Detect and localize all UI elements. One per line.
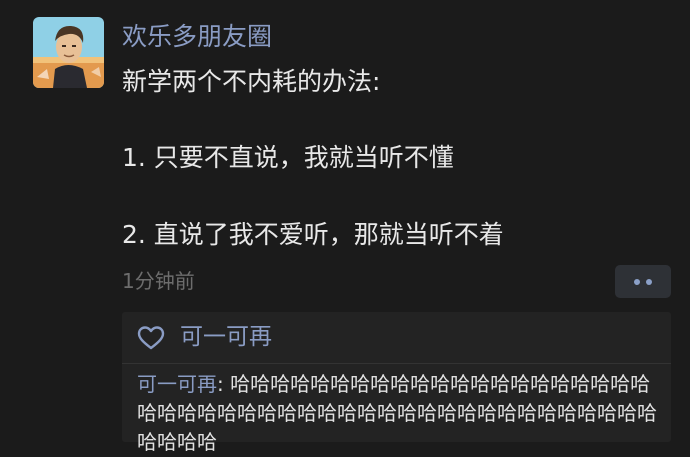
post-content-line: 新学两个不内耗的办法:	[122, 67, 381, 96]
more-actions-button[interactable]	[615, 265, 671, 298]
likes-row: 可一可再	[122, 312, 671, 363]
post-content-line: 1. 只要不直说，我就当听不懂	[122, 143, 454, 172]
divider	[122, 363, 671, 364]
like-user-name[interactable]: 可一可再	[180, 320, 272, 354]
post-content-line: 2. 直说了我不爱听，那就当听不着	[122, 220, 504, 249]
avatar[interactable]	[33, 17, 104, 88]
post-timestamp: 1分钟前	[122, 269, 195, 293]
interaction-panel: 可一可再 可一可再: 哈哈哈哈哈哈哈哈哈哈哈哈哈哈哈哈哈哈哈哈哈哈哈哈哈哈哈哈哈…	[122, 312, 671, 454]
heart-outline-icon	[137, 326, 165, 350]
avatar-illustration-icon	[33, 17, 104, 88]
moments-post: 欢乐多朋友圈 新学两个不内耗的办法: 1. 只要不直说，我就当听不懂 2. 直说…	[0, 0, 690, 454]
comment-author[interactable]: 可一可再	[137, 372, 217, 396]
post-author-name[interactable]: 欢乐多朋友圈	[122, 20, 272, 54]
more-dots-icon	[646, 278, 652, 285]
comment-separator: :	[217, 372, 231, 396]
comment-item[interactable]: 可一可再: 哈哈哈哈哈哈哈哈哈哈哈哈哈哈哈哈哈哈哈哈哈哈哈哈哈哈哈哈哈哈哈哈哈哈…	[137, 370, 667, 457]
more-dots-icon	[634, 278, 640, 285]
